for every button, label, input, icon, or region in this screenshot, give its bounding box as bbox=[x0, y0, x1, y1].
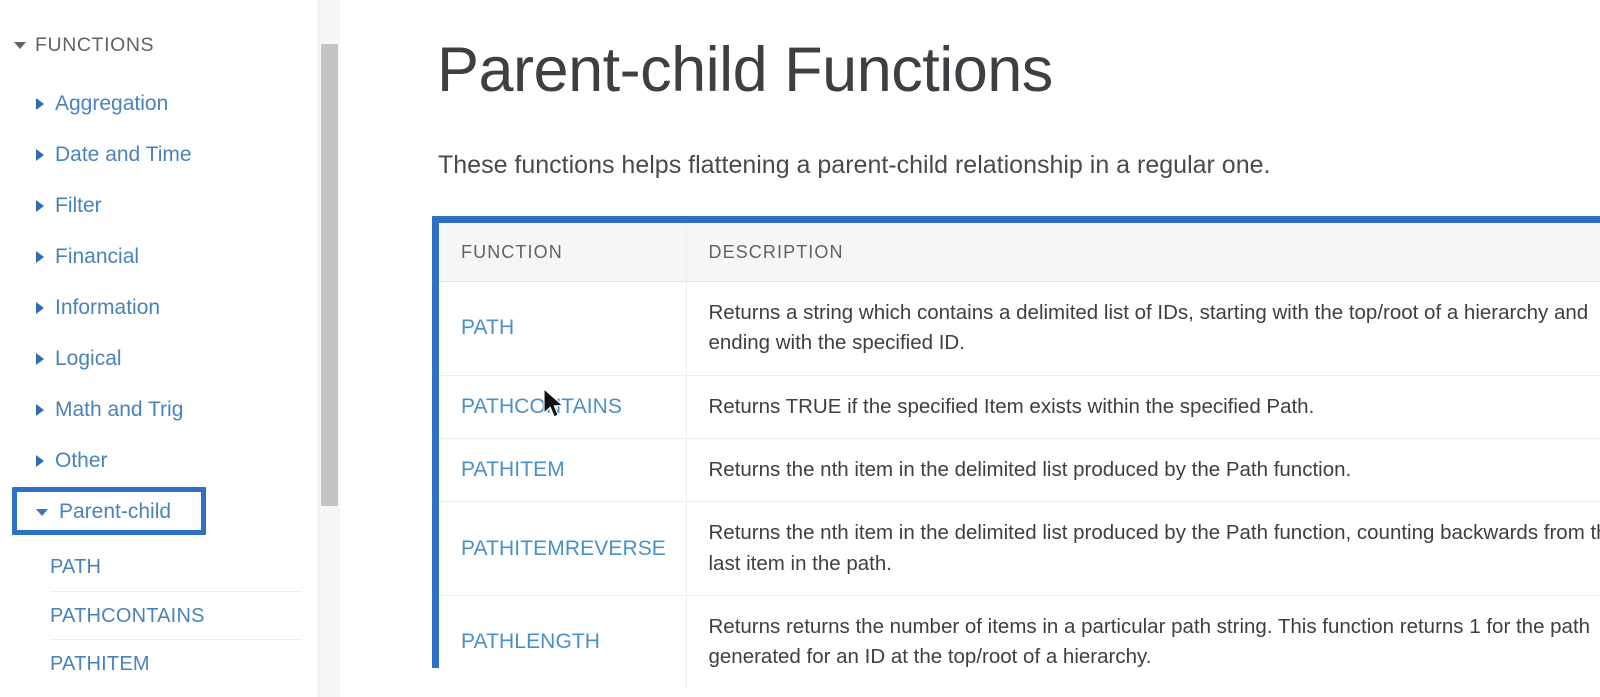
sidebar-section-label: FUNCTIONS bbox=[35, 33, 155, 56]
function-description: Returns TRUE if the specified Item exist… bbox=[686, 375, 1600, 439]
function-description: Returns a string which contains a delimi… bbox=[686, 281, 1600, 376]
sidebar-item-logical[interactable]: Logical bbox=[36, 343, 122, 375]
sidebar-item-math-and-trig[interactable]: Math and Trig bbox=[36, 394, 183, 426]
sidebar: FUNCTIONS Aggregation Date and Time Filt… bbox=[0, 0, 318, 697]
sidebar-section-functions[interactable]: FUNCTIONS bbox=[14, 31, 154, 59]
table-row: PATHITEMREVERSE Returns the nth item in … bbox=[439, 501, 1600, 596]
sidebar-item-label: Information bbox=[55, 296, 161, 319]
function-link-pathitemreverse[interactable]: PATHITEMREVERSE bbox=[439, 501, 687, 596]
functions-table-head: FUNCTION DESCRIPTION bbox=[439, 223, 1600, 282]
caret-right-icon bbox=[36, 455, 44, 467]
function-link-pathlength[interactable]: PATHLENGTH bbox=[439, 595, 687, 689]
sidebar-item-label: Aggregation bbox=[55, 92, 169, 115]
function-link-path[interactable]: PATH bbox=[439, 281, 687, 376]
caret-right-icon bbox=[36, 353, 44, 365]
sidebar-subitem-label: PATHCONTAINS bbox=[50, 604, 205, 627]
sidebar-subitem-label: PATH bbox=[50, 555, 102, 578]
caret-down-icon bbox=[14, 41, 26, 49]
sidebar-item-date-and-time[interactable]: Date and Time bbox=[36, 139, 192, 171]
caret-right-icon bbox=[36, 251, 44, 263]
sidebar-item-label: Date and Time bbox=[55, 143, 192, 166]
page-title: Parent-child Functions bbox=[437, 35, 1053, 106]
table-row: PATHCONTAINS Returns TRUE if the specifi… bbox=[439, 375, 1600, 439]
sidebar-item-aggregation[interactable]: Aggregation bbox=[36, 88, 168, 120]
function-description: Returns returns the number of items in a… bbox=[708, 614, 1591, 669]
page-root: FUNCTIONS Aggregation Date and Time Filt… bbox=[0, 0, 1600, 697]
function-description: Returns the nth item in the delimited li… bbox=[686, 438, 1600, 503]
caret-right-icon bbox=[36, 200, 44, 212]
caret-down-icon bbox=[36, 508, 48, 516]
sidebar-item-label: Math and Trig bbox=[55, 398, 184, 421]
caret-right-icon bbox=[36, 98, 44, 110]
sidebar-item-label: Other bbox=[55, 449, 108, 472]
sidebar-item-label: Logical bbox=[55, 347, 122, 370]
sidebar-item-label: Parent-child bbox=[59, 500, 172, 523]
table-row: PATHITEM Returns the nth item in the del… bbox=[439, 438, 1600, 503]
sidebar-item-label: Financial bbox=[55, 245, 140, 268]
sidebar-scrollbar-thumb[interactable] bbox=[321, 44, 338, 506]
functions-table-body: PATH Returns a string which contains a d… bbox=[439, 281, 1600, 689]
sidebar-item-other[interactable]: Other bbox=[36, 445, 108, 477]
main-content: Parent-child Functions These functions h… bbox=[341, 0, 1600, 697]
sidebar-item-filter[interactable]: Filter bbox=[36, 190, 102, 222]
function-link-pathcontains[interactable]: PATHCONTAINS bbox=[439, 375, 687, 439]
function-link-pathitem[interactable]: PATHITEM bbox=[439, 438, 687, 503]
caret-right-icon bbox=[36, 404, 44, 416]
functions-table: FUNCTION DESCRIPTION PATH Returns a stri… bbox=[439, 223, 1600, 689]
sidebar-item-parent-child[interactable]: Parent-child bbox=[36, 496, 171, 528]
column-header-function: FUNCTION bbox=[439, 223, 687, 282]
table-row: PATH Returns a string which contains a d… bbox=[439, 281, 1600, 376]
sidebar-subitem-path[interactable]: PATH bbox=[50, 543, 302, 591]
sidebar-item-label: Filter bbox=[55, 194, 102, 217]
functions-table-highlight-box: FUNCTION DESCRIPTION PATH Returns a stri… bbox=[432, 216, 1600, 689]
table-header-row: FUNCTION DESCRIPTION bbox=[439, 223, 1600, 282]
sidebar-subitem-pathitem[interactable]: PATHITEM bbox=[50, 639, 302, 688]
table-row: PATHLENGTH Returns returns the number of… bbox=[439, 595, 1600, 689]
sidebar-subitem-pathcontains[interactable]: PATHCONTAINS bbox=[50, 591, 302, 640]
function-description: Returns the nth item in the delimited li… bbox=[686, 501, 1600, 596]
column-header-description: DESCRIPTION bbox=[686, 223, 1600, 282]
sidebar-subitem-label: PATHITEM bbox=[50, 652, 150, 675]
page-intro-text: These functions helps flattening a paren… bbox=[438, 151, 1271, 179]
caret-right-icon bbox=[36, 302, 44, 314]
caret-right-icon bbox=[36, 149, 44, 161]
sidebar-item-financial[interactable]: Financial bbox=[36, 241, 139, 273]
sidebar-item-information[interactable]: Information bbox=[36, 292, 160, 324]
